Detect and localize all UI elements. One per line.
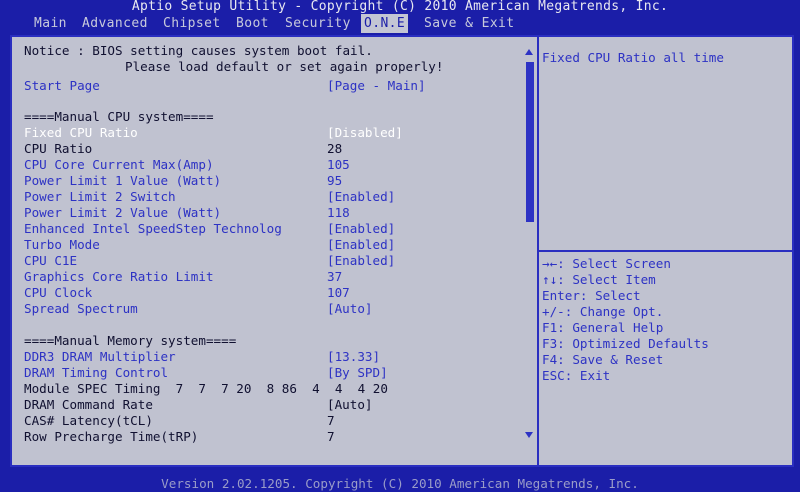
key-select-item: ↑↓: Select Item [542, 272, 656, 287]
setting-row-cpu-c1e[interactable]: CPU C1E [Enabled] [24, 253, 395, 269]
notice-line-2: Please load default or set again properl… [125, 59, 444, 74]
setting-value: 28 [327, 141, 343, 156]
menu-boot[interactable]: Boot [233, 14, 272, 33]
menu-security[interactable]: Security [282, 14, 354, 33]
setting-label: Row Precharge Time(tRP) [24, 429, 199, 444]
item-help-text: Fixed CPU Ratio all time [542, 50, 724, 65]
key-optimized-defaults: F3: Optimized Defaults [542, 336, 709, 351]
window-title: Aptio Setup Utility - Copyright (C) 2010… [131, 0, 669, 14]
setting-row-module-spec-timing: Module SPEC Timing 7 7 7 20 8 86 4 4 4 2… [24, 381, 388, 397]
key-esc-exit: ESC: Exit [542, 368, 611, 383]
setting-label: Module SPEC Timing 7 7 7 20 8 86 4 4 4 2… [24, 381, 388, 396]
cpu-section-header: ====Manual CPU system==== [24, 109, 214, 124]
setting-row-power-limit-1[interactable]: Power Limit 1 Value (Watt) 95 [24, 173, 342, 189]
version-footer: Version 2.02.1205. Copyright (C) 2010 Am… [161, 476, 639, 491]
setting-row-cas-latency[interactable]: CAS# Latency(tCL) 7 [24, 413, 335, 429]
scroll-down-arrow-icon[interactable] [525, 432, 533, 438]
setting-row-speedstep[interactable]: Enhanced Intel SpeedStep Technolog [Enab… [24, 221, 395, 237]
setting-value: 95 [327, 173, 343, 188]
memory-section-header: ====Manual Memory system==== [24, 333, 237, 348]
setting-row-row-precharge[interactable]: Row Precharge Time(tRP) 7 [24, 429, 335, 445]
setting-row-turbo-mode[interactable]: Turbo Mode [Enabled] [24, 237, 395, 253]
notice-line-1: Notice : BIOS setting causes system boot… [24, 43, 373, 58]
key-change-opt: +/-: Change Opt. [542, 304, 664, 319]
start-page-row[interactable]: Start Page [Page - Main] [24, 78, 426, 94]
setting-label: Enhanced Intel SpeedStep Technolog [24, 221, 282, 236]
setting-row-ddr3-multiplier[interactable]: DDR3 DRAM Multiplier [13.33] [24, 349, 380, 365]
setting-label: CPU Core Current Max(Amp) [24, 157, 214, 172]
setting-value: [Disabled] [327, 125, 403, 140]
setting-label: Graphics Core Ratio Limit [24, 269, 214, 284]
setting-label: CPU Clock [24, 285, 93, 300]
setting-row-power-limit-2-switch[interactable]: Power Limit 2 Switch [Enabled] [24, 189, 395, 205]
key-general-help: F1: General Help [542, 320, 664, 335]
setting-label: Power Limit 1 Value (Watt) [24, 173, 222, 188]
setting-value: [Enabled] [327, 237, 396, 252]
setting-value: 7 [327, 429, 335, 444]
menu-save-exit[interactable]: Save & Exit [421, 14, 518, 33]
setting-value: [13.33] [327, 349, 381, 364]
key-enter-select: Enter: Select [542, 288, 641, 303]
setting-value: 7 [327, 413, 335, 428]
setting-row-dram-timing-control[interactable]: DRAM Timing Control [By SPD] [24, 365, 388, 381]
setting-label: DDR3 DRAM Multiplier [24, 349, 176, 364]
key-legend: →←: Select Screen ↑↓: Select Item Enter:… [542, 256, 787, 384]
setting-row-cpu-core-current[interactable]: CPU Core Current Max(Amp) 105 [24, 157, 350, 173]
setting-row-spread-spectrum[interactable]: Spread Spectrum [Auto] [24, 301, 373, 317]
setting-label: DRAM Command Rate [24, 397, 153, 412]
setting-value: [Auto] [327, 397, 373, 412]
setting-label: DRAM Timing Control [24, 365, 169, 380]
setting-value: [By SPD] [327, 365, 388, 380]
setting-value: 107 [327, 285, 350, 300]
setting-value: [Enabled] [327, 253, 396, 268]
menu-main[interactable]: Main [31, 14, 70, 33]
setting-value: 37 [327, 269, 343, 284]
setting-label: CPU Ratio [24, 141, 93, 156]
key-save-reset: F4: Save & Reset [542, 352, 664, 367]
start-page-label: Start Page [24, 78, 100, 93]
setting-value: [Enabled] [327, 189, 396, 204]
scroll-up-arrow-icon[interactable] [525, 49, 533, 55]
menu-chipset[interactable]: Chipset [160, 14, 224, 33]
key-select-screen: →←: Select Screen [542, 256, 671, 271]
scrollbar-thumb[interactable] [526, 62, 534, 222]
setting-row-power-limit-2-value[interactable]: Power Limit 2 Value (Watt) 118 [24, 205, 350, 221]
setting-value: [Auto] [327, 301, 373, 316]
menu-advanced[interactable]: Advanced [79, 14, 151, 33]
setting-label: CAS# Latency(tCL) [24, 413, 153, 428]
menu-one[interactable]: O.N.E [361, 14, 409, 33]
menu-bar: Main Advanced Chipset Boot Security O.N.… [0, 14, 800, 33]
setting-label: Fixed CPU Ratio [24, 125, 138, 140]
setting-label: Power Limit 2 Switch [24, 189, 176, 204]
setting-label: Turbo Mode [24, 237, 100, 252]
start-page-value: [Page - Main] [327, 78, 426, 93]
setting-row-fixed-cpu-ratio[interactable]: Fixed CPU Ratio [Disabled] [24, 125, 403, 141]
setting-value: [Enabled] [327, 221, 396, 236]
setting-label: CPU C1E [24, 253, 78, 268]
setting-value: 105 [327, 157, 350, 172]
setting-row-cpu-ratio[interactable]: CPU Ratio 28 [24, 141, 342, 157]
setting-value: 118 [327, 205, 350, 220]
setting-label: Power Limit 2 Value (Watt) [24, 205, 222, 220]
setting-row-cpu-clock[interactable]: CPU Clock 107 [24, 285, 350, 301]
setting-label: Spread Spectrum [24, 301, 138, 316]
setting-row-dram-command-rate[interactable]: DRAM Command Rate [Auto] [24, 397, 373, 413]
setting-row-graphics-core-ratio[interactable]: Graphics Core Ratio Limit 37 [24, 269, 342, 285]
help-divider [539, 250, 794, 252]
